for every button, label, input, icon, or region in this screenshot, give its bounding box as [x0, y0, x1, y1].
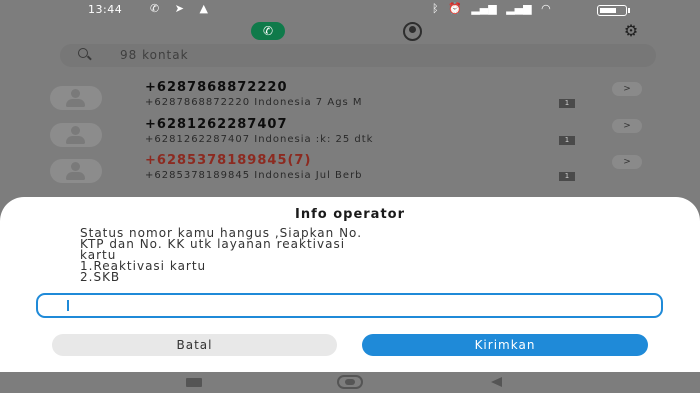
avatar-icon: [71, 89, 80, 98]
home-icon[interactable]: [337, 375, 363, 389]
search-icon: [78, 48, 88, 58]
sim-badge: 1: [559, 136, 575, 145]
call-number: +6287868872220: [145, 80, 288, 95]
call-detail-button[interactable]: >: [612, 82, 642, 96]
bluetooth-icon: ᛒ: [432, 2, 439, 15]
sim-badge: 1: [559, 172, 575, 181]
phone-icon: ✆: [262, 24, 274, 38]
call-log-row[interactable]: +6281262287407 +6281262287407 Indonesia …: [0, 117, 700, 155]
search-bar[interactable]: 98 kontak: [60, 44, 656, 67]
dialog-message: Status nomor kamu hangus ,Siapkan No. KT…: [80, 227, 640, 284]
system-icons: ᛒ ⏰ ▂▄▆ ▂▄▆ ◠: [432, 2, 557, 15]
operator-info-dialog: Info operator Status nomor kamu hangus ,…: [0, 197, 700, 372]
status-bar: 13:44 ✆ ➤ ▲ ᛒ ⏰ ▂▄▆ ▂▄▆ ◠: [0, 0, 700, 22]
battery-level: [600, 7, 616, 13]
settings-icon[interactable]: ⚙: [622, 22, 640, 40]
call-detail: +6287868872220 Indonesia 7 Ags M: [145, 97, 363, 108]
avatar: [50, 159, 102, 183]
call-detail: +6281262287407 Indonesia :k: 25 dtk: [145, 134, 374, 145]
search-input[interactable]: 98 kontak: [120, 48, 189, 62]
signal-icon: ▂▄▆: [506, 2, 532, 15]
recents-icon[interactable]: [186, 378, 202, 387]
dialog-title: Info operator: [295, 207, 405, 222]
avatar: [50, 86, 102, 110]
send-button[interactable]: Kirimkan: [362, 334, 648, 356]
call-log-row[interactable]: +6287868872220 +6287868872220 Indonesia …: [0, 80, 700, 118]
dialog-message-line: 1.Reaktivasi kartu: [80, 259, 207, 273]
signal-icon: ▂▄▆: [471, 2, 497, 15]
wifi-icon: ◠: [541, 2, 551, 15]
cancel-button[interactable]: Batal: [52, 334, 337, 356]
dialog-message-line: 2.SKB: [80, 270, 121, 284]
dialog-message-line: KTP dan No. KK utk layanan reaktivasi: [80, 237, 346, 251]
triangle-alert-icon: ▲: [199, 2, 208, 15]
call-detail: +6285378189845 Indonesia Jul Berb: [145, 170, 363, 181]
avatar-icon: [71, 126, 80, 135]
call-log-row[interactable]: +6285378189845(7) +6285378189845 Indones…: [0, 153, 700, 191]
tab-phone[interactable]: ✆: [251, 22, 285, 40]
tab-contacts[interactable]: [403, 22, 422, 41]
sim-badge: 1: [559, 99, 575, 108]
call-detail-button[interactable]: >: [612, 119, 642, 133]
back-icon[interactable]: [491, 377, 502, 387]
whatsapp-icon: ✆: [150, 2, 160, 15]
battery-icon: [597, 5, 630, 16]
notification-icons: ✆ ➤ ▲: [150, 2, 220, 15]
call-detail-button[interactable]: >: [612, 155, 642, 169]
call-number: +6285378189845(7): [145, 153, 312, 168]
text-cursor: [67, 300, 69, 311]
reply-input[interactable]: [36, 293, 663, 318]
alarm-icon: ⏰: [448, 2, 462, 15]
call-number: +6281262287407: [145, 117, 288, 132]
avatar-icon: [71, 162, 80, 171]
navigation-bar: [0, 372, 700, 393]
avatar: [50, 123, 102, 147]
status-time: 13:44: [88, 3, 123, 16]
telegram-icon: ➤: [174, 2, 184, 15]
